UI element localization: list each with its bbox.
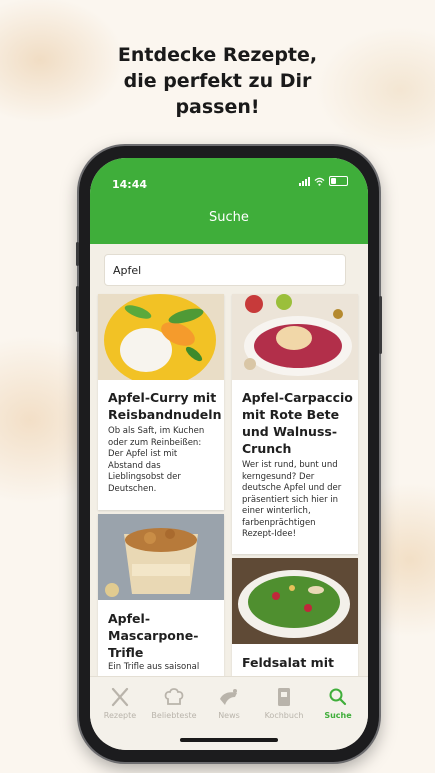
tab-beliebteste[interactable]: Beliebteste [146, 685, 202, 720]
recipe-card[interactable]: Apfel- Mascarpone- Trifle Ein Trifle aus… [98, 514, 224, 676]
search-input[interactable] [104, 254, 346, 286]
recipe-image-curry [98, 294, 224, 380]
cutlery-icon [111, 687, 129, 707]
recipe-image-carpaccio [232, 294, 358, 380]
app-screen: 14:44 Suche Apfel Apfel-Curry mit Reisba… [90, 158, 368, 750]
headline-line-1: Entdecke Rezepte, [117, 44, 318, 66]
tab-rezepte[interactable]: Rezepte [92, 685, 148, 720]
volume-up-button [76, 242, 79, 266]
recipe-card[interactable]: Feldsalat mit [232, 558, 358, 676]
battery-icon [329, 176, 348, 186]
headline-line-2: die perfekt zu Dir [123, 70, 312, 92]
recipe-description: Ob als Saft, im Kuchen oder zum Reinbeiß… [108, 426, 205, 494]
recipe-title: Apfel-Carpaccio mit Rote Bete und Walnus… [242, 390, 353, 456]
cookbook-icon [278, 688, 290, 706]
phone-frame: 14:44 Suche Apfel Apfel-Curry mit Reisba… [76, 146, 382, 762]
promo-headline: Entdecke Rezepte, die perfekt zu Dir pas… [0, 42, 435, 120]
recipe-title: Apfel-Curry mit Reisbandnudeln [108, 390, 222, 422]
headline-line-3: passen! [175, 96, 260, 118]
status-icons [299, 176, 348, 186]
recipe-title: Feldsalat mit [242, 655, 334, 670]
recipe-card[interactable]: Apfel-Carpaccio mit Rote Bete und Walnus… [232, 294, 358, 554]
news-icon [220, 689, 237, 705]
recipe-title: Apfel- Mascarpone- Trifle [108, 611, 199, 660]
chef-hat-icon [164, 688, 184, 705]
tab-kochbuch[interactable]: Kochbuch [256, 685, 312, 720]
tab-news[interactable]: News [201, 685, 257, 720]
status-time: 14:44 [112, 178, 148, 191]
recipe-image-trifle [98, 514, 224, 600]
recipe-description: Ein Trifle aus saisonal [108, 662, 200, 672]
recipe-image-feldsalat [232, 558, 358, 644]
signal-icon [299, 176, 310, 186]
wifi-icon [314, 177, 325, 186]
page-title: Suche [209, 210, 249, 225]
recipe-description: Wer ist rund, bunt und kerngesund? Der d… [242, 460, 342, 539]
search-icon [329, 688, 347, 706]
recipe-card[interactable]: Apfel-Curry mit Reisbandnudeln Ob als Sa… [98, 294, 224, 510]
volume-down-button [76, 286, 79, 332]
side-power-button [379, 296, 382, 354]
home-indicator [180, 738, 278, 742]
app-header: 14:44 Suche [90, 158, 368, 244]
tab-suche[interactable]: Suche [310, 685, 366, 720]
